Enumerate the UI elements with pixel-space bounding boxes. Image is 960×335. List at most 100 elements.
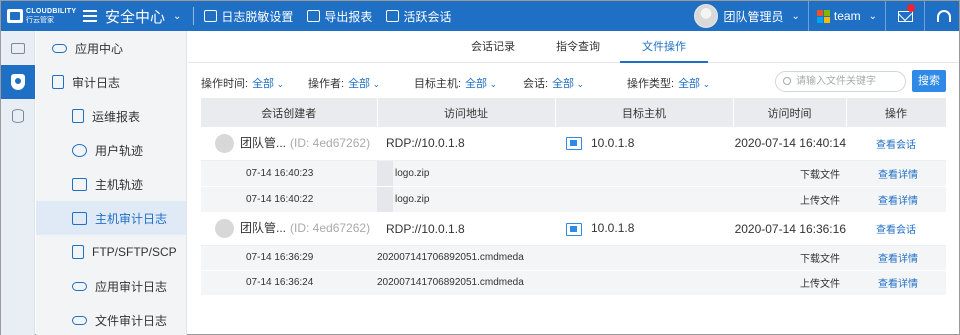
- filter-label: 会话:: [523, 78, 549, 90]
- settings-doc-icon: [204, 10, 218, 22]
- file-name: logo.zip: [395, 193, 430, 205]
- search-button[interactable]: 搜索: [912, 70, 946, 92]
- sidebar-item-host-track[interactable]: 主机轨迹: [36, 167, 186, 201]
- rail-database[interactable]: [1, 99, 35, 133]
- sidebar-item-user-track[interactable]: 用户轨迹: [36, 133, 186, 167]
- shield-icon: [11, 74, 25, 90]
- host-ip: 10.0.1.8: [591, 136, 635, 151]
- search-input[interactable]: 请输入文件关键字: [775, 71, 906, 92]
- monitor-icon: [11, 42, 25, 54]
- filter-value[interactable]: 全部: [348, 78, 380, 90]
- log-mask-settings-button[interactable]: 日志脱敏设置: [204, 8, 293, 25]
- sidebar-item-host-audit-log[interactable]: 主机审计日志: [36, 201, 186, 235]
- empty-cell: [555, 186, 733, 213]
- app-title[interactable]: 安全中心: [105, 6, 165, 27]
- mail-button[interactable]: [894, 1, 916, 31]
- cloud-app-icon: [52, 43, 67, 53]
- menu-icon[interactable]: [83, 10, 97, 22]
- log-mask-settings-label: 日志脱敏设置: [221, 9, 294, 24]
- sidebar-item-ops-report[interactable]: 运维报表: [36, 99, 186, 133]
- sidebar-item-app-center[interactable]: 应用中心: [36, 31, 186, 65]
- chevron-down-icon[interactable]: ⌄: [869, 11, 877, 22]
- filter-bar: 操作时间:全部 操作者:全部 目标主机:全部 会话:全部 操作类型:全部 请输入…: [188, 69, 959, 95]
- view-session-link[interactable]: 查看会话: [876, 225, 916, 236]
- tab-command-query[interactable]: 指令查询: [548, 31, 608, 63]
- creator-name: 团队管...: [240, 220, 287, 235]
- sidebar-item-label: 运维报表: [92, 109, 141, 124]
- filter-op-time[interactable]: 操作时间: 全部: [201, 75, 284, 91]
- user-name[interactable]: 团队管理员: [724, 8, 784, 25]
- creator-name: 团队管...: [240, 135, 287, 150]
- microsoft-logo-icon: [816, 9, 830, 23]
- export-report-button[interactable]: 导出报表: [307, 8, 372, 25]
- filter-value[interactable]: 全部: [678, 78, 710, 90]
- sidebar-item-label: 主机轨迹: [95, 177, 144, 192]
- host-track-icon: [72, 177, 87, 191]
- team-name[interactable]: team: [834, 9, 861, 23]
- windows-icon: [566, 137, 582, 151]
- brand-name-en: CLOUDBILITY: [26, 8, 77, 15]
- user-track-icon: [72, 143, 87, 157]
- active-sessions-button[interactable]: 活跃会话: [386, 8, 451, 25]
- time-cell: 2020-07-14 16:36:16: [733, 212, 846, 246]
- creator-cell: 团队管... (ID: 4ed67262): [201, 212, 377, 246]
- sidebar-item-app-audit-log[interactable]: 应用审计日志: [36, 269, 186, 303]
- creator-id: (ID: 4ed67262): [290, 135, 371, 150]
- search-placeholder: 请输入文件关键字: [796, 76, 876, 87]
- file-name: logo.zip: [395, 167, 430, 179]
- chevron-down-icon[interactable]: ⌄: [173, 11, 181, 22]
- filter-host[interactable]: 目标主机: 全部: [414, 75, 497, 91]
- view-details-link[interactable]: 查看详情: [878, 254, 918, 265]
- tab-bar: 会话记录 指令查询 文件操作: [188, 31, 959, 63]
- main-content: 会话记录 指令查询 文件操作 操作时间:全部 操作者:全部 目标主机:全部 会话…: [188, 31, 959, 335]
- sidebar-item-file-audit-log[interactable]: 文件审计日志: [36, 303, 186, 335]
- avatar[interactable]: [693, 4, 718, 28]
- table-row: 07-14 16:40:23 logo.zip 下载文件 查看详情: [201, 160, 946, 187]
- report-icon: [72, 109, 84, 123]
- sidebar-item-audit-log[interactable]: 审计日志: [36, 65, 186, 99]
- filter-label: 目标主机:: [414, 78, 462, 90]
- file-name-cell: 20200714170689​2051.cmdmeda: [377, 245, 555, 271]
- filter-value[interactable]: 全部: [465, 78, 497, 90]
- creator-id: (ID: 4ed67262): [290, 220, 371, 235]
- divider: [885, 1, 886, 31]
- view-details-link[interactable]: 查看详情: [878, 279, 918, 290]
- cloud-file-icon: [72, 315, 87, 325]
- filter-session[interactable]: 会话: 全部: [523, 75, 584, 91]
- view-details-link[interactable]: 查看详情: [878, 196, 918, 207]
- chevron-down-icon[interactable]: ⌄: [792, 11, 800, 22]
- op-type-cell: 下载文件: [733, 245, 846, 271]
- file-time-cell: 07-14 16:40:23: [201, 160, 377, 187]
- redacted-block: [377, 186, 393, 211]
- monitor-icon: [386, 10, 400, 22]
- file-name-cell: logo.zip: [377, 186, 555, 213]
- view-details-link[interactable]: 查看详情: [878, 170, 918, 181]
- creator-cell: 团队管... (ID: 4ed67262): [201, 127, 377, 161]
- view-session-link[interactable]: 查看会话: [876, 140, 916, 151]
- tab-session-records[interactable]: 会话记录: [463, 31, 523, 63]
- filter-value[interactable]: 全部: [252, 78, 284, 90]
- tab-file-operations[interactable]: 文件操作: [620, 31, 708, 63]
- rail-monitor[interactable]: [1, 31, 35, 65]
- sidebar-item-label: 用户轨迹: [95, 143, 144, 158]
- sidebar-item-ftp[interactable]: FTP/SFTP/SCP: [36, 235, 186, 269]
- filter-value[interactable]: 全部: [552, 78, 584, 90]
- action-cell: 查看详情: [846, 245, 946, 271]
- brand-logo[interactable]: CLOUDBILITY 行云管家: [1, 7, 77, 25]
- column-header: 访问时间: [733, 98, 847, 127]
- sidebar-item-label: 应用中心: [75, 41, 124, 56]
- redacted-block: [377, 160, 393, 185]
- rail-security[interactable]: [1, 65, 35, 99]
- notification-badge: [907, 4, 915, 12]
- sidebar-item-label: 应用审计日志: [95, 279, 168, 294]
- mail-icon: [897, 10, 913, 22]
- filter-label: 操作者:: [308, 78, 345, 90]
- filter-operator[interactable]: 操作者: 全部: [308, 75, 380, 91]
- filter-op-type[interactable]: 操作类型: 全部: [627, 75, 710, 91]
- host-ip: 10.0.1.8: [591, 221, 635, 236]
- file-name-cell: logo.zip: [377, 160, 555, 187]
- empty-cell: [555, 270, 733, 296]
- support-button[interactable]: [933, 1, 955, 31]
- database-icon: [12, 109, 24, 123]
- table-row: 团队管... (ID: 4ed67262) RDP://10.0.1.8 10.0…: [201, 127, 946, 161]
